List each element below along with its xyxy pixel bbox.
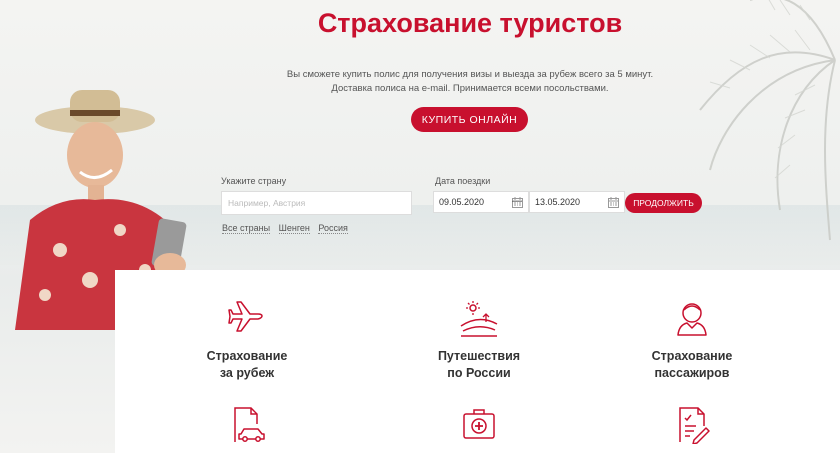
service-abroad[interactable]: Страхование за рубеж [167,298,327,382]
country-label: Укажите страну [221,176,287,186]
continue-button[interactable]: Продолжить [625,193,702,213]
service-name: Страхование за рубеж [167,348,327,382]
country-quick-links: Все страны Шенген Россия [222,223,354,234]
date-label: Дата поездки [435,176,491,186]
subtitle-line: Доставка полиса на e-mail. Принимается в… [331,83,609,94]
date-to-field[interactable]: 13.05.2020 [529,191,625,213]
service-name: Страхование пассажиров [612,348,772,382]
quick-link-schengen[interactable]: Шенген [278,223,310,234]
service-name-line: Путешествия [437,349,521,363]
palm-tree-decoration [699,0,836,241]
service-contract[interactable] [612,404,772,444]
calendar-icon [608,196,619,208]
buy-online-button[interactable]: Купить онлайн [411,107,528,132]
service-name-line: пассажиров [654,366,730,380]
service-passengers[interactable]: Страхование пассажиров [612,298,772,382]
service-name: Путешествия по России [399,348,559,382]
country-input[interactable] [221,191,412,215]
service-name-line: Страхование [206,349,288,363]
quick-link-russia[interactable]: Россия [318,223,348,234]
service-medical[interactable] [399,404,559,444]
services-card: Страхование за рубеж Путешествия по Росс… [115,270,840,453]
car-document-icon [234,407,265,442]
quick-link-all-countries[interactable]: Все страны [222,223,271,234]
subtitle-line: Вы сможете купить полис для получения ви… [286,69,654,80]
date-from-value: 09.05.2020 [439,197,485,207]
page-subtitle: Вы сможете купить полис для получения ви… [0,68,840,96]
contract-pen-icon [679,407,710,444]
landscape-icon [460,301,498,337]
service-russia[interactable]: Путешествия по России [399,298,559,382]
airplane-icon [228,301,263,332]
service-car[interactable] [167,404,327,444]
date-to-value: 13.05.2020 [535,197,581,207]
service-name-line: за рубеж [219,366,275,380]
medical-kit-icon [463,409,495,439]
page-title: Страхование туристов [317,8,623,38]
passenger-icon [677,303,707,336]
service-name-line: по России [447,366,511,380]
date-separator: — [512,196,522,207]
service-name-line: Страхование [651,349,733,363]
